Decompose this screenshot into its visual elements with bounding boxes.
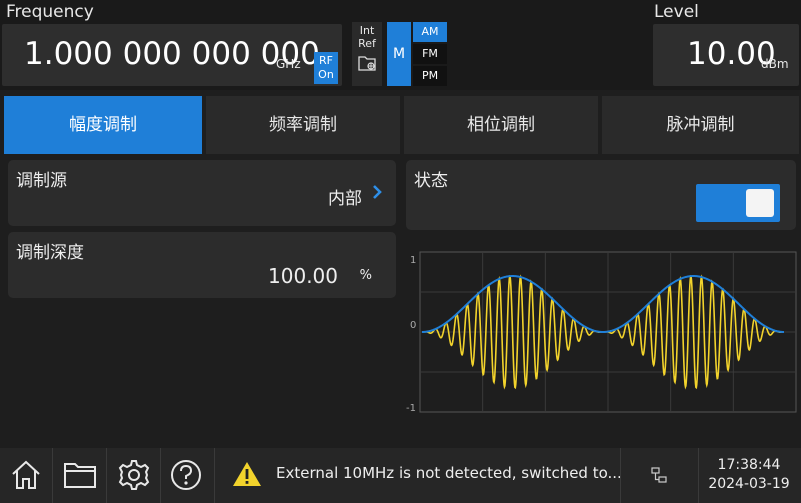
- tab-fm[interactable]: 频率调制: [206, 96, 400, 154]
- folder-button[interactable]: [56, 450, 104, 500]
- modulation-depth-value: 100.00: [268, 264, 338, 288]
- state-label: 状态: [414, 171, 448, 191]
- chevron-right-icon: [373, 185, 382, 199]
- modulation-source-card[interactable]: 调制源 内部: [8, 160, 396, 226]
- state-toggle[interactable]: [696, 184, 780, 222]
- warning-message[interactable]: External 10MHz is not detected, switched…: [216, 448, 622, 503]
- modulation-tabs: 幅度调制 频率调制 相位调制 脉冲调制: [4, 96, 799, 154]
- footer-separator: [620, 448, 621, 503]
- modulation-depth-unit: %: [359, 268, 372, 283]
- settings-button[interactable]: [110, 450, 158, 500]
- level-field[interactable]: 10.00 dBm: [653, 24, 799, 86]
- fm-indicator[interactable]: FM: [413, 44, 447, 64]
- warning-text: External 10MHz is not detected, switched…: [276, 464, 622, 482]
- am-waveform-preview: 1 0 -1: [406, 251, 797, 414]
- state-card: 状态: [406, 160, 796, 230]
- y-tick-zero: 0: [410, 320, 416, 331]
- reference-button[interactable]: Int Ref: [352, 22, 382, 86]
- network-button[interactable]: [622, 448, 698, 503]
- clock: 17:38:44 2024-03-19: [700, 456, 798, 494]
- modulation-depth-card[interactable]: 调制深度 100.00 %: [8, 232, 396, 298]
- home-button[interactable]: [2, 450, 50, 500]
- tab-pulse[interactable]: 脉冲调制: [602, 96, 799, 154]
- modulation-depth-label: 调制深度: [16, 243, 84, 263]
- frequency-field[interactable]: 1.000 000 000 000 GHz: [2, 24, 342, 86]
- warning-icon: [233, 462, 261, 486]
- modulation-source-value: 内部: [328, 189, 362, 209]
- clock-time: 17:38:44: [717, 457, 781, 473]
- clock-date: 2024-03-19: [708, 476, 790, 492]
- footer-separator: [698, 448, 699, 503]
- rf-on-button[interactable]: RF On: [314, 52, 338, 84]
- am-indicator[interactable]: AM: [413, 22, 447, 42]
- rf-state: On: [318, 68, 334, 81]
- frequency-label: Frequency: [6, 2, 94, 22]
- footer-separator: [214, 448, 215, 503]
- modulation-button[interactable]: M: [387, 22, 411, 86]
- y-tick-bottom: -1: [406, 403, 416, 414]
- home-icon: [12, 460, 40, 489]
- ref-line2: Ref: [358, 37, 376, 50]
- ref-line1: Int: [359, 24, 375, 37]
- level-label: Level: [654, 2, 699, 22]
- footer-separator: [106, 448, 107, 503]
- footer-separator: [160, 448, 161, 503]
- network-icon: [651, 467, 667, 483]
- modulation-source-label: 调制源: [16, 171, 67, 191]
- footer-separator: [52, 448, 53, 503]
- level-unit: dBm: [761, 57, 789, 71]
- header: Frequency 1.000 000 000 000 GHz RF On In…: [0, 0, 801, 90]
- rf-label: RF: [319, 54, 333, 67]
- y-tick-top: 1: [410, 255, 416, 266]
- help-icon: [171, 460, 201, 490]
- tab-pm[interactable]: 相位调制: [404, 96, 598, 154]
- folder-icon: [64, 463, 96, 488]
- pm-indicator[interactable]: PM: [413, 66, 447, 86]
- file-settings-icon: [358, 56, 376, 71]
- gear-icon: [118, 460, 150, 490]
- footer-bar: External 10MHz is not detected, switched…: [0, 448, 801, 503]
- tab-am[interactable]: 幅度调制: [4, 96, 202, 154]
- toggle-knob: [746, 189, 774, 217]
- frequency-unit: GHz: [276, 57, 301, 71]
- help-button[interactable]: [162, 450, 210, 500]
